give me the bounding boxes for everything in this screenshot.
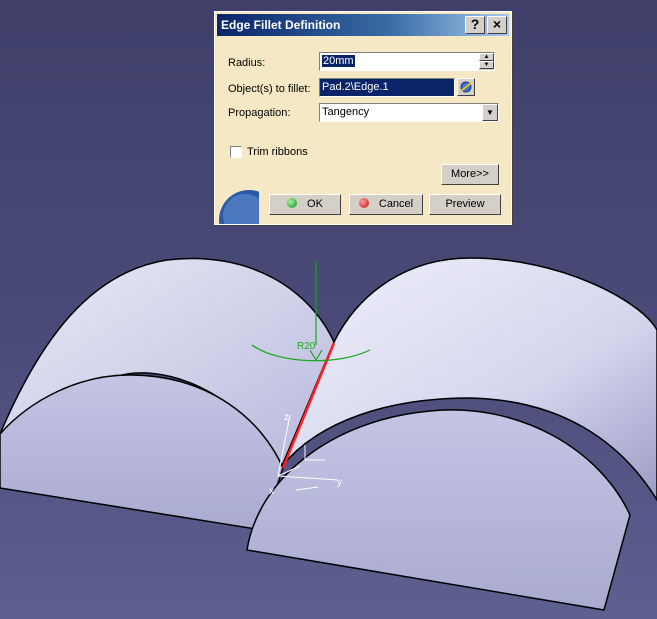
more-button[interactable]: More>> (441, 164, 499, 185)
cancel-button[interactable]: Cancel (349, 194, 423, 215)
objects-field[interactable]: Pad.2\Edge.1 (319, 78, 455, 97)
cancel-led-icon (358, 198, 369, 208)
dialog-decoration-globe (215, 180, 259, 224)
edge-selection-button[interactable] (457, 78, 475, 96)
dialog-title: Edge Fillet Definition (221, 18, 341, 32)
spin-up-icon[interactable]: ▲ (479, 53, 494, 61)
radius-annotation[interactable]: R20 (297, 341, 316, 352)
axis-z-label: z (284, 412, 289, 423)
preview-button[interactable]: Preview (429, 194, 501, 215)
objects-label: Object(s) to fillet: (228, 83, 311, 95)
help-button[interactable]: ? (465, 16, 485, 34)
trim-ribbons-label: Trim ribbons (247, 146, 308, 158)
objects-value: Pad.2\Edge.1 (322, 81, 389, 93)
dialog-titlebar[interactable]: Edge Fillet Definition ? × (217, 14, 509, 36)
axis-y-label: y (337, 477, 342, 488)
chevron-down-icon[interactable]: ▼ (482, 104, 498, 121)
radius-label: Radius: (228, 57, 266, 69)
trim-ribbons-checkbox[interactable] (230, 146, 242, 158)
cancel-label: Cancel (378, 198, 414, 210)
radius-spinner[interactable]: ▲ ▼ (479, 53, 494, 70)
ok-button[interactable]: OK (269, 194, 341, 215)
globe-icon (219, 190, 259, 224)
spin-down-icon[interactable]: ▼ (479, 61, 494, 69)
edge-fillet-dialog: Edge Fillet Definition ? × Radius: 20mm … (214, 11, 512, 225)
ok-led-icon (287, 198, 298, 208)
ok-label: OK (307, 198, 323, 210)
edge-selection-icon (460, 81, 472, 93)
radius-field[interactable]: 20mm ▲ ▼ (319, 52, 495, 71)
propagation-label: Propagation: (228, 107, 291, 119)
propagation-value: Tangency (322, 106, 370, 118)
close-button[interactable]: × (487, 16, 507, 34)
propagation-select[interactable]: Tangency ▼ (319, 103, 499, 122)
radius-value: 20mm (322, 55, 355, 67)
axis-x-label: x (269, 486, 274, 497)
